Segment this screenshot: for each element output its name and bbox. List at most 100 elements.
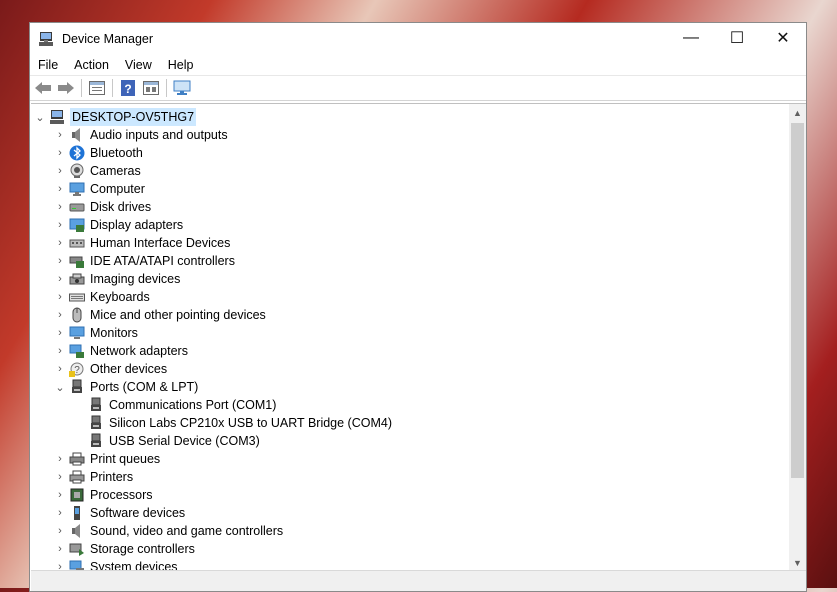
minimize-icon: — — [683, 29, 699, 46]
back-arrow-icon[interactable] — [33, 78, 53, 98]
tree-item-human-interface-devices[interactable]: › Human Interface Devices — [31, 234, 788, 252]
tree-item-ide-ata-atapi-controllers[interactable]: › IDE ATA/ATAPI controllers — [31, 252, 788, 270]
close-button[interactable]: ✕ — [760, 23, 806, 53]
disk-drive-icon — [69, 199, 85, 215]
mouse-icon — [69, 307, 85, 323]
title-bar[interactable]: Device Manager — ☐ ✕ — [30, 23, 806, 55]
expand-chevron-icon[interactable]: › — [55, 144, 65, 162]
tree-item-keyboards[interactable]: › Keyboards — [31, 288, 788, 306]
menu-help[interactable]: Help — [162, 58, 200, 72]
keyboard-icon — [69, 289, 85, 305]
unknown-device-icon: ? — [69, 361, 85, 377]
tree-item-label: Monitors — [90, 326, 138, 340]
tree-item-label: Imaging devices — [90, 272, 181, 286]
collapse-chevron-icon[interactable]: ⌄ — [35, 108, 45, 126]
tree-child-item[interactable]: Silicon Labs CP210x USB to UART Bridge (… — [31, 414, 788, 432]
scroll-down-arrow-icon[interactable]: ▼ — [789, 554, 806, 571]
expand-chevron-icon[interactable]: › — [55, 162, 65, 180]
menu-action[interactable]: Action — [68, 58, 115, 72]
maximize-button[interactable]: ☐ — [714, 23, 760, 53]
scan-hardware-icon[interactable] — [172, 78, 192, 98]
toolbar-separator — [166, 79, 167, 97]
view-icon[interactable] — [141, 78, 161, 98]
minimize-button[interactable]: — — [668, 23, 714, 53]
tree-item-label: Display adapters — [90, 218, 184, 232]
tree-child-item[interactable]: USB Serial Device (COM3) — [31, 432, 788, 450]
expand-chevron-icon[interactable]: › — [55, 468, 65, 486]
imaging-icon — [69, 271, 85, 287]
forward-arrow-icon[interactable] — [56, 78, 76, 98]
speaker-icon — [69, 127, 85, 143]
processor-icon — [69, 487, 85, 503]
properties-icon[interactable] — [87, 78, 107, 98]
collapse-chevron-icon[interactable]: ⌄ — [55, 378, 65, 396]
menu-file[interactable]: File — [32, 58, 64, 72]
tree-item-label: Mice and other pointing devices — [90, 308, 266, 322]
toolbar-separator — [112, 79, 113, 97]
tree-item-storage-controllers[interactable]: › Storage controllers — [31, 540, 788, 558]
camera-icon — [69, 163, 85, 179]
tree-item-label: Human Interface Devices — [90, 236, 231, 250]
tree-root[interactable]: ⌄ DESKTOP-OV5THG7 — [31, 108, 788, 126]
expand-chevron-icon[interactable]: › — [55, 522, 65, 540]
toolbar-separator — [81, 79, 82, 97]
tree-item-software-devices[interactable]: › Software devices — [31, 504, 788, 522]
expand-chevron-icon[interactable]: › — [55, 198, 65, 216]
port-icon — [69, 379, 85, 395]
expand-chevron-icon[interactable]: › — [55, 504, 65, 522]
expand-chevron-icon[interactable]: › — [55, 180, 65, 198]
tree-item-other-devices[interactable]: ›? Other devices — [31, 360, 788, 378]
port-icon — [88, 415, 104, 431]
computer-root-icon — [49, 109, 65, 125]
expand-chevron-icon[interactable]: › — [55, 450, 65, 468]
device-manager-window: Device Manager — ☐ ✕ File Action View He… — [29, 22, 807, 592]
expand-chevron-icon[interactable]: › — [55, 288, 65, 306]
expand-chevron-icon[interactable]: › — [55, 252, 65, 270]
printer-icon — [69, 469, 85, 485]
maximize-icon: ☐ — [729, 30, 745, 47]
tree-item-processors[interactable]: › Processors — [31, 486, 788, 504]
tree-item-network-adapters[interactable]: › Network adapters — [31, 342, 788, 360]
tree-item-sound-video-and-game-controllers[interactable]: › Sound, video and game controllers — [31, 522, 788, 540]
tree-item-monitors[interactable]: › Monitors — [31, 324, 788, 342]
tree-item-mice-and-other-pointing-devices[interactable]: › Mice and other pointing devices — [31, 306, 788, 324]
menu-bar: File Action View Help — [30, 55, 806, 75]
tree-item-print-queues[interactable]: › Print queues — [31, 450, 788, 468]
expand-chevron-icon[interactable]: › — [55, 486, 65, 504]
tree-item-display-adapters[interactable]: › Display adapters — [31, 216, 788, 234]
help-icon[interactable]: ? — [118, 78, 138, 98]
scrollbar-thumb[interactable] — [791, 123, 804, 478]
tree-child-item[interactable]: Communications Port (COM1) — [31, 396, 788, 414]
expand-chevron-icon[interactable]: › — [55, 216, 65, 234]
expand-chevron-icon[interactable]: › — [55, 126, 65, 144]
expand-chevron-icon[interactable]: › — [55, 342, 65, 360]
menu-view[interactable]: View — [119, 58, 158, 72]
tree-item-cameras[interactable]: › Cameras — [31, 162, 788, 180]
ide-controller-icon — [69, 253, 85, 269]
tree-item-label: Storage controllers — [90, 542, 195, 556]
tree-item-printers[interactable]: › Printers — [31, 468, 788, 486]
tree-item-label: Print queues — [90, 452, 161, 466]
expand-chevron-icon[interactable]: › — [55, 540, 65, 558]
tree-item-bluetooth[interactable]: › Bluetooth — [31, 144, 788, 162]
tree-item-computer[interactable]: › Computer — [31, 180, 788, 198]
expand-chevron-icon[interactable]: › — [55, 306, 65, 324]
expand-chevron-icon[interactable]: › — [55, 324, 65, 342]
scroll-up-arrow-icon[interactable]: ▲ — [789, 104, 806, 121]
tree-child-label: Silicon Labs CP210x USB to UART Bridge (… — [109, 416, 392, 430]
tree-item-label: Network adapters — [90, 344, 188, 358]
network-icon — [69, 343, 85, 359]
expand-chevron-icon[interactable]: › — [55, 234, 65, 252]
expand-chevron-icon[interactable]: › — [55, 360, 65, 378]
tree-child-label: Communications Port (COM1) — [109, 398, 277, 412]
hid-icon — [69, 235, 85, 251]
device-tree: ⌄ DESKTOP-OV5THG7 › Audio inputs and outp… — [31, 104, 788, 591]
vertical-scrollbar[interactable]: ▲ ▼ — [789, 104, 806, 591]
tree-item-imaging-devices[interactable]: › Imaging devices — [31, 270, 788, 288]
tree-item-ports-com-lpt[interactable]: ⌄ Ports (COM & LPT) — [31, 378, 788, 396]
tree-item-audio-inputs-and-outputs[interactable]: › Audio inputs and outputs — [31, 126, 788, 144]
expand-chevron-icon[interactable]: › — [55, 270, 65, 288]
tree-item-label: Printers — [90, 470, 134, 484]
tree-item-label: Audio inputs and outputs — [90, 128, 228, 142]
tree-item-disk-drives[interactable]: › Disk drives — [31, 198, 788, 216]
